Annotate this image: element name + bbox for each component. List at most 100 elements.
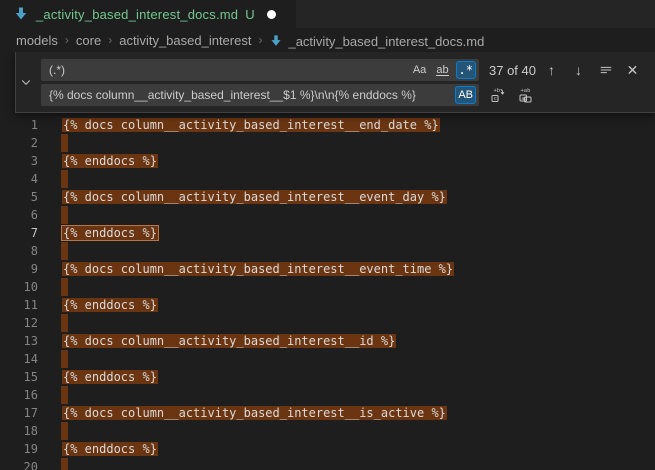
- line-number: 12: [0, 314, 38, 332]
- file-type-icon: [13, 6, 29, 22]
- code-line[interactable]: 12: [0, 314, 655, 332]
- code-line[interactable]: 20: [0, 458, 655, 470]
- line-content: [62, 458, 68, 470]
- editor[interactable]: Aa ab .* 37 of 40 ↑ ↓ ✕: [0, 52, 655, 470]
- line-content: [62, 170, 68, 188]
- svg-text:c: c: [493, 96, 496, 102]
- find-widget: Aa ab .* 37 of 40 ↑ ↓ ✕: [15, 52, 655, 113]
- empty-line-match-highlight: [61, 350, 68, 368]
- empty-line-match-highlight: [61, 386, 68, 404]
- replace-input[interactable]: [41, 84, 479, 106]
- line-content: [62, 206, 68, 224]
- line-content: {% docs column__activity_based_interest_…: [62, 260, 454, 278]
- whole-word-label: ab: [436, 65, 448, 76]
- find-match: {% enddocs %}: [62, 298, 158, 312]
- line-content: {% enddocs %}: [62, 368, 158, 386]
- line-number: 4: [0, 170, 38, 188]
- breadcrumb-item-core[interactable]: core: [76, 33, 101, 48]
- line-number: 8: [0, 242, 38, 260]
- code-line[interactable]: 17 {% docs column__activity_based_interes…: [0, 404, 655, 422]
- code-line[interactable]: 15 {% enddocs %}: [0, 368, 655, 386]
- tab-active-file[interactable]: _activity_based_interest_docs.md U: [0, 0, 296, 28]
- code-line[interactable]: 7{% enddocs %}: [0, 224, 655, 242]
- close-button[interactable]: ✕: [622, 60, 643, 81]
- replace-button[interactable]: +b c: [487, 85, 508, 106]
- toggle-replace-chevron-icon[interactable]: [16, 52, 35, 112]
- line-number: 16: [0, 386, 38, 404]
- line-content: {% docs column__activity_based_interest_…: [62, 332, 396, 350]
- modified-dot-icon[interactable]: [267, 10, 276, 19]
- code-line[interactable]: 1 {% docs column__activity_based_interest…: [0, 116, 655, 134]
- line-content: [62, 242, 68, 260]
- line-number: 18: [0, 422, 38, 440]
- regex-toggle[interactable]: .*: [456, 61, 476, 79]
- line-content: {% docs column__activity_based_interest_…: [62, 404, 447, 422]
- empty-line-match-highlight: [61, 422, 68, 440]
- line-content: {% enddocs %}: [62, 152, 158, 170]
- code-line[interactable]: 3{% enddocs %}: [0, 152, 655, 170]
- find-match: {% docs column__activity_based_interest_…: [62, 334, 396, 348]
- code-line[interactable]: 6: [0, 206, 655, 224]
- line-number: 20: [0, 458, 38, 470]
- breadcrumb-item-folder[interactable]: activity_based_interest: [119, 33, 251, 48]
- whole-word-toggle[interactable]: ab: [433, 61, 453, 79]
- empty-line-match-highlight: [61, 170, 68, 188]
- empty-line-match-highlight: [61, 206, 68, 224]
- breadcrumb-item-file[interactable]: _activity_based_interest_docs.md: [269, 32, 484, 49]
- breadcrumb-file-label: _activity_based_interest_docs.md: [288, 34, 484, 49]
- line-number: 14: [0, 350, 38, 368]
- svg-text:+ab: +ab: [520, 88, 530, 94]
- line-content: {% docs column__activity_based_interest_…: [62, 188, 447, 206]
- line-number: 15: [0, 368, 38, 386]
- line-content: {% enddocs %}: [62, 296, 158, 314]
- line-number: 1: [0, 116, 38, 134]
- svg-text:ac: ac: [521, 96, 527, 102]
- code-line[interactable]: 10: [0, 278, 655, 296]
- preserve-case-toggle[interactable]: AB: [455, 86, 476, 104]
- file-type-icon: [269, 34, 283, 48]
- find-in-selection-button[interactable]: [595, 60, 616, 81]
- svg-text:+b: +b: [493, 88, 500, 94]
- line-number: 19: [0, 440, 38, 458]
- code-line[interactable]: 8: [0, 242, 655, 260]
- line-number: 11: [0, 296, 38, 314]
- line-content: [62, 350, 68, 368]
- replace-all-button[interactable]: +ab ac: [515, 85, 536, 106]
- code-line[interactable]: 16: [0, 386, 655, 404]
- line-number: 17: [0, 404, 38, 422]
- previous-match-button[interactable]: ↑: [541, 60, 562, 81]
- next-match-button[interactable]: ↓: [568, 60, 589, 81]
- code-line[interactable]: 13{% docs column__activity_based_interes…: [0, 332, 655, 350]
- line-number: 10: [0, 278, 38, 296]
- line-number: 7: [0, 224, 38, 242]
- line-content: [62, 422, 68, 440]
- find-match: {% enddocs %}: [62, 154, 158, 168]
- find-match: {% enddocs %}: [62, 442, 158, 456]
- code-line[interactable]: 2: [0, 134, 655, 152]
- find-match: {% docs column__activity_based_interest_…: [62, 190, 447, 204]
- git-status-badge: U: [245, 7, 254, 22]
- line-number: 5: [0, 188, 38, 206]
- find-match: {% docs column__activity_based_interest_…: [62, 406, 447, 420]
- line-content: [62, 278, 68, 296]
- code-lines[interactable]: 1 {% docs column__activity_based_interest…: [0, 116, 655, 470]
- code-line[interactable]: 4: [0, 170, 655, 188]
- empty-line-match-highlight: [61, 134, 68, 152]
- line-content: [62, 314, 68, 332]
- empty-line-match-highlight: [61, 314, 68, 332]
- find-match: {% enddocs %}: [62, 370, 158, 384]
- empty-line-match-highlight: [61, 278, 68, 296]
- code-line[interactable]: 5 {% docs column__activity_based_interest…: [0, 188, 655, 206]
- match-case-toggle[interactable]: Aa: [410, 61, 430, 79]
- line-number: 9: [0, 260, 38, 278]
- chevron-right-icon: ›: [258, 33, 262, 47]
- code-line[interactable]: 19 {% enddocs %}: [0, 440, 655, 458]
- chevron-right-icon: ›: [65, 33, 69, 47]
- code-line[interactable]: 11 {% enddocs %}: [0, 296, 655, 314]
- empty-line-match-highlight: [61, 242, 68, 260]
- code-line[interactable]: 9 {% docs column__activity_based_interest…: [0, 260, 655, 278]
- code-line[interactable]: 18: [0, 422, 655, 440]
- line-content: {% docs column__activity_based_interest_…: [62, 116, 440, 134]
- breadcrumb-item-models[interactable]: models: [16, 33, 58, 48]
- code-line[interactable]: 14: [0, 350, 655, 368]
